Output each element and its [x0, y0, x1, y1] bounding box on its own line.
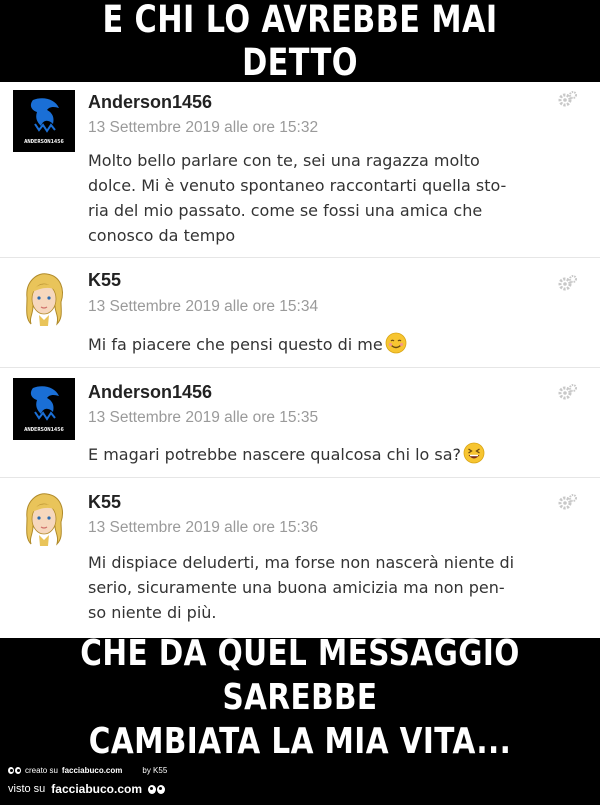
svg-text:ANDERSON1456: ANDERSON1456: [24, 427, 64, 433]
top-caption-banner: E CHI LO AVREBBE MAI DETTO: [0, 0, 600, 84]
comment-text: Mi fa piacere che pensi questo di me: [88, 332, 578, 361]
gear-icon[interactable]: [556, 89, 578, 111]
comment-author[interactable]: K55: [88, 270, 121, 291]
bottom-caption-banner: CHE DA QUEL MESSAGGIO SAREBBE CAMBIATA L…: [0, 633, 600, 762]
avatar-eagle[interactable]: ANDERSON1456: [13, 90, 75, 152]
svg-text:ANDERSON1456: ANDERSON1456: [24, 139, 64, 145]
top-caption: E CHI LO AVREBBE MAI DETTO: [102, 0, 498, 84]
site-link[interactable]: facciabuco.com: [51, 782, 142, 796]
bottom-caption: CHE DA QUEL MESSAGGIO SAREBBE CAMBIATA L…: [80, 633, 520, 762]
comment-date: 13 Settembre 2019 alle ore 15:32: [88, 119, 319, 136]
comment-author[interactable]: Anderson1456: [88, 92, 212, 113]
comment-feed: ANDERSON1456 Anderson1456 13 Settembre 2…: [0, 82, 600, 638]
gear-icon[interactable]: [556, 492, 578, 514]
comment-author[interactable]: K55: [88, 492, 121, 513]
comment-item: K55 13 Settembre 2019 alle ore 15:36 Mi …: [0, 478, 600, 638]
gear-icon[interactable]: [556, 273, 578, 295]
comment-text: Mi dispiace deluderti, ma forse non nasc…: [88, 553, 515, 622]
seen-on-line: visto su facciabuco.com: [8, 782, 165, 796]
smiling-face-icon: [385, 332, 407, 361]
avatar-eagle[interactable]: ANDERSON1456: [13, 378, 75, 440]
comment-date: 13 Settembre 2019 alle ore 15:36: [88, 519, 319, 536]
avatar-blonde-girl[interactable]: [13, 268, 75, 330]
eyes-icon: [8, 767, 21, 774]
gear-icon[interactable]: [556, 382, 578, 404]
eyes-icon: [148, 784, 165, 794]
watermark-footer: creato su facciabuco.com by K55 visto su…: [0, 758, 600, 805]
comment-text: Molto bello parlare con te, sei una raga…: [88, 151, 507, 245]
comment-item: ANDERSON1456 Anderson1456 13 Settembre 2…: [0, 82, 600, 258]
comment-date: 13 Settembre 2019 alle ore 15:35: [88, 409, 319, 426]
comment-item: K55 13 Settembre 2019 alle ore 15:34 Mi …: [0, 258, 600, 368]
comment-item: ANDERSON1456 Anderson1456 13 Settembre 2…: [0, 368, 600, 478]
avatar-blonde-girl[interactable]: [13, 488, 75, 550]
created-on-line: creato su facciabuco.com by K55: [8, 766, 167, 775]
comment-date: 13 Settembre 2019 alle ore 15:34: [88, 298, 319, 315]
comment-author[interactable]: Anderson1456: [88, 382, 212, 403]
grinning-squint-face-icon: [463, 442, 485, 471]
comment-text: E magari potrebbe nascere qualcosa chi l…: [88, 442, 578, 471]
